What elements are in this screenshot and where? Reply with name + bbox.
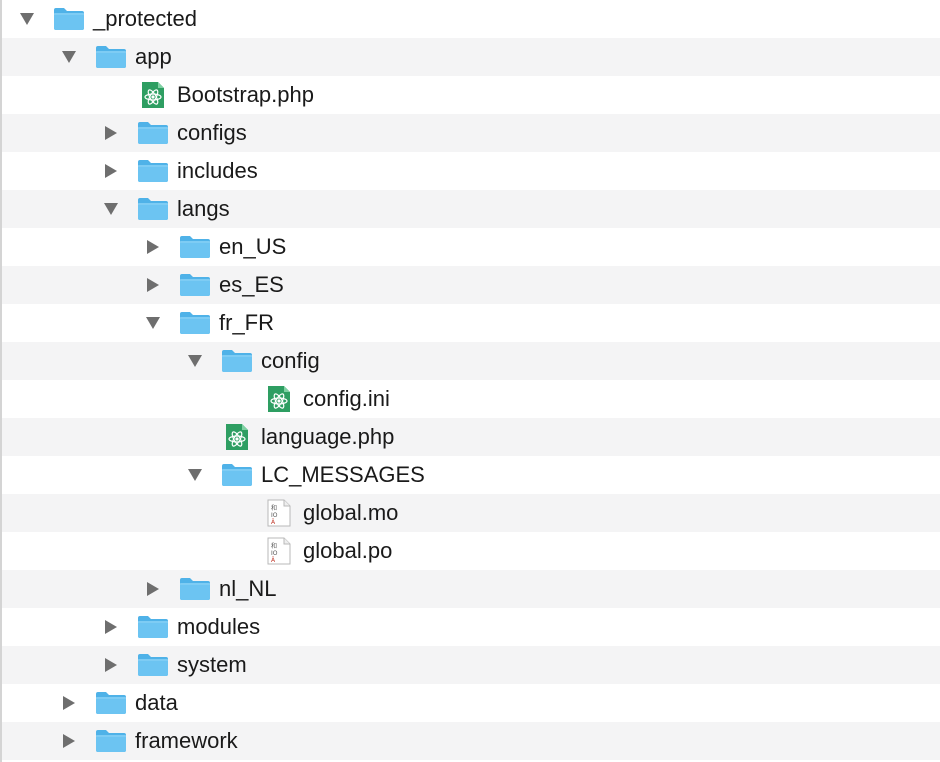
tree-row-label: global.mo — [303, 500, 399, 525]
triangle-right-icon[interactable] — [103, 163, 119, 179]
tree-row-label: modules — [177, 614, 261, 639]
tree-row-framework[interactable]: framework — [2, 722, 940, 760]
tree-row-label: nl_NL — [219, 576, 277, 601]
triangle-down-icon[interactable] — [61, 49, 77, 65]
tree-row-label: language.php — [261, 424, 395, 449]
folder-icon — [178, 272, 212, 298]
tree-row-label: en_US — [219, 234, 287, 259]
tree-row-lc-messages[interactable]: LC_MESSAGES — [2, 456, 940, 494]
tree-row-fr-fr[interactable]: fr_FR — [2, 304, 940, 342]
tree-row-includes[interactable]: includes — [2, 152, 940, 190]
tree-row-config[interactable]: config — [2, 342, 940, 380]
triangle-right-icon[interactable] — [145, 581, 161, 597]
triangle-right-icon[interactable] — [103, 125, 119, 141]
atom-php-file-icon — [220, 424, 254, 450]
triangle-down-icon[interactable] — [145, 315, 161, 331]
triangle-right-icon[interactable] — [103, 619, 119, 635]
file-tree: _protectedapp Bootstrap.php configs include… — [0, 0, 940, 762]
triangle-down-icon[interactable] — [187, 467, 203, 483]
tree-row-label: LC_MESSAGES — [261, 462, 425, 487]
folder-icon — [94, 690, 128, 716]
folder-icon — [178, 576, 212, 602]
gettext-file-icon: 和 IO Â — [262, 537, 296, 565]
atom-php-file-icon — [136, 82, 170, 108]
tree-row-label: config.ini — [303, 386, 390, 411]
tree-row-label: global.po — [303, 538, 393, 563]
triangle-down-icon[interactable] — [103, 201, 119, 217]
folder-icon — [94, 44, 128, 70]
tree-row-modules[interactable]: modules — [2, 608, 940, 646]
tree-row-langs[interactable]: langs — [2, 190, 940, 228]
folder-icon — [94, 728, 128, 754]
tree-row-app[interactable]: app — [2, 38, 940, 76]
folder-icon — [136, 614, 170, 640]
svg-text:IO: IO — [271, 550, 278, 557]
triangle-down-icon[interactable] — [19, 11, 35, 27]
tree-row-label: system — [177, 652, 247, 677]
folder-icon — [136, 158, 170, 184]
folder-icon — [178, 234, 212, 260]
tree-row-nl-nl[interactable]: nl_NL — [2, 570, 940, 608]
tree-row-label: Bootstrap.php — [177, 82, 314, 107]
svg-text:IO: IO — [271, 512, 278, 519]
tree-row-label: data — [135, 690, 178, 715]
tree-row-global-po[interactable]: 和 IO Â global.po — [2, 532, 940, 570]
svg-text:和: 和 — [271, 542, 277, 550]
folder-icon — [136, 120, 170, 146]
folder-icon — [136, 196, 170, 222]
triangle-right-icon[interactable] — [103, 657, 119, 673]
folder-icon — [136, 652, 170, 678]
tree-row-label: es_ES — [219, 272, 284, 297]
tree-row-label: configs — [177, 120, 247, 145]
tree-row-es-es[interactable]: es_ES — [2, 266, 940, 304]
tree-row-system[interactable]: system — [2, 646, 940, 684]
tree-row-label: framework — [135, 728, 238, 753]
tree-row-label: langs — [177, 196, 230, 221]
tree-row-data[interactable]: data — [2, 684, 940, 722]
folder-icon — [220, 462, 254, 488]
tree-row-label: config — [261, 348, 320, 373]
triangle-right-icon[interactable] — [145, 277, 161, 293]
tree-row-label: _protected — [93, 6, 197, 31]
tree-row-bootstrap-php[interactable]: Bootstrap.php — [2, 76, 940, 114]
triangle-right-icon[interactable] — [61, 695, 77, 711]
tree-row-protected[interactable]: _protected — [2, 0, 940, 38]
triangle-right-icon[interactable] — [145, 239, 161, 255]
tree-row-global-mo[interactable]: 和 IO Â global.mo — [2, 494, 940, 532]
gettext-file-icon: 和 IO Â — [262, 499, 296, 527]
tree-row-label: includes — [177, 158, 258, 183]
folder-icon — [52, 6, 86, 32]
tree-row-label: app — [135, 44, 172, 69]
triangle-right-icon[interactable] — [61, 733, 77, 749]
folder-icon — [178, 310, 212, 336]
tree-row-en-us[interactable]: en_US — [2, 228, 940, 266]
tree-row-config-ini[interactable]: config.ini — [2, 380, 940, 418]
tree-row-configs[interactable]: configs — [2, 114, 940, 152]
tree-row-language-php[interactable]: language.php — [2, 418, 940, 456]
tree-row-label: fr_FR — [219, 310, 274, 335]
triangle-down-icon[interactable] — [187, 353, 203, 369]
atom-php-file-icon — [262, 386, 296, 412]
folder-icon — [220, 348, 254, 374]
svg-text:和: 和 — [271, 504, 277, 512]
